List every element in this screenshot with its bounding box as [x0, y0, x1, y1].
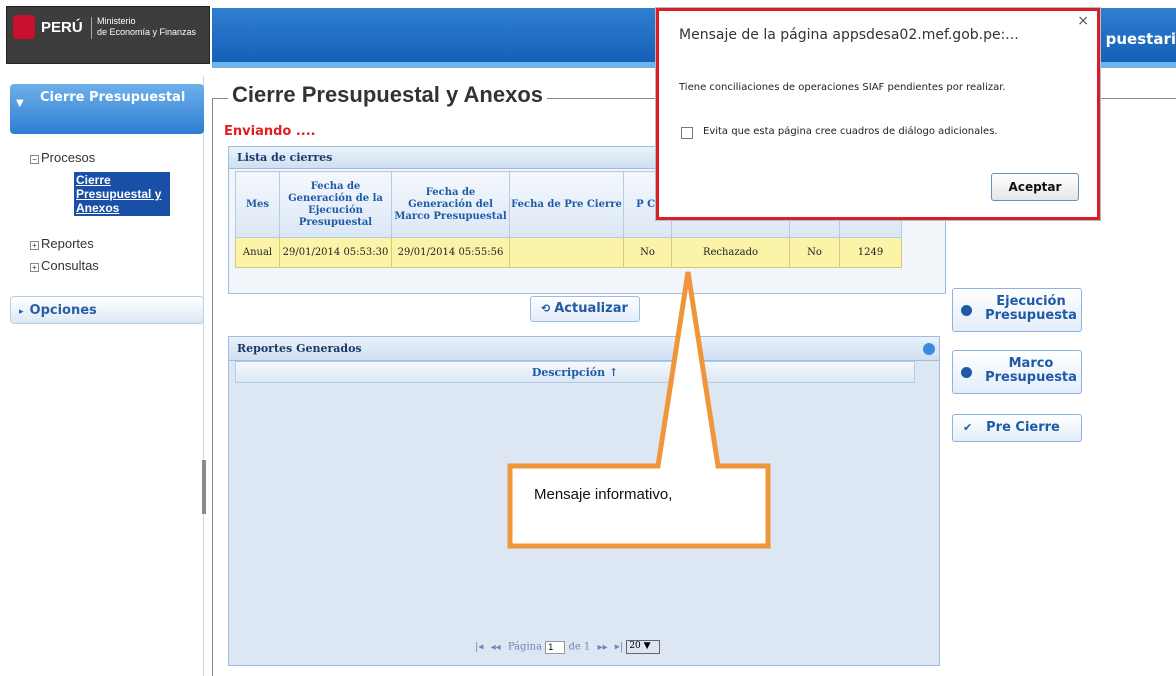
close-icon[interactable]: ×	[1077, 13, 1089, 29]
checkbox-label: Evita que esta página cree cuadros de di…	[703, 126, 998, 137]
dialog-message: Tiene conciliaciones de operaciones SIAF…	[679, 82, 1006, 93]
dialog-title: Mensaje de la página appsdesa02.mef.gob.…	[679, 27, 1019, 43]
accept-button[interactable]: Aceptar	[991, 173, 1079, 201]
callout-text: Mensaje informativo,	[534, 486, 673, 503]
suppress-dialogs-checkbox[interactable]	[681, 127, 693, 139]
alert-dialog: Mensaje de la página appsdesa02.mef.gob.…	[656, 8, 1100, 220]
